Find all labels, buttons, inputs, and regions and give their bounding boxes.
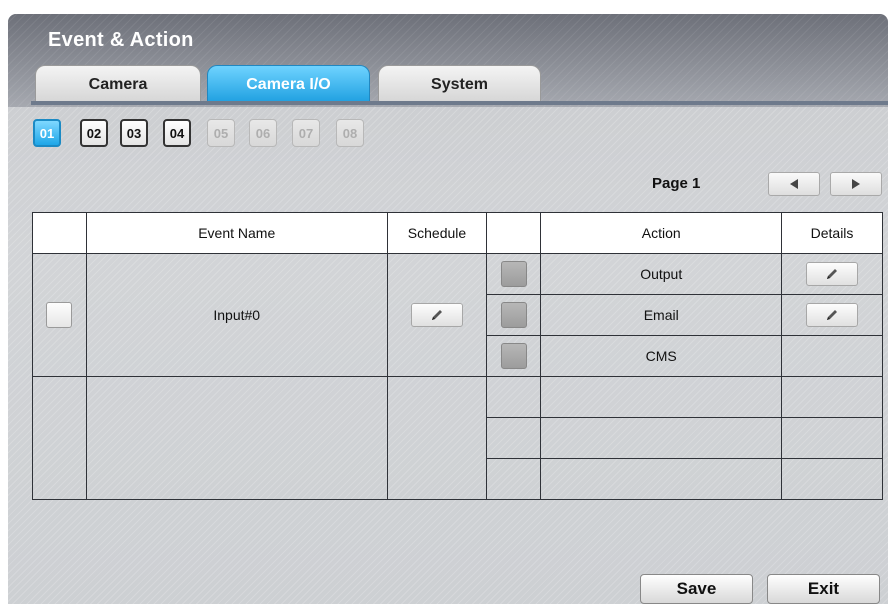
empty-action-label-cell bbox=[540, 417, 783, 459]
empty-action-label-cell bbox=[540, 458, 783, 500]
event-table: Event Name Schedule Action Details Input… bbox=[32, 212, 883, 500]
channel-06-button: 06 bbox=[249, 119, 277, 147]
event-checkbox[interactable] bbox=[46, 302, 73, 328]
window-title: Event & Action bbox=[48, 29, 194, 51]
action-label-cell: Email bbox=[540, 294, 783, 336]
pencil-icon bbox=[827, 310, 838, 320]
channel-08-button: 08 bbox=[336, 119, 364, 147]
tab-camera-io[interactable]: Camera I/O bbox=[207, 65, 370, 103]
tab-system[interactable]: System bbox=[378, 65, 541, 103]
channel-04-button[interactable]: 04 bbox=[163, 119, 191, 147]
empty-select-cell bbox=[32, 376, 87, 500]
output-details-button[interactable] bbox=[806, 262, 859, 286]
pencil-icon bbox=[431, 310, 442, 320]
details-cell bbox=[781, 294, 883, 336]
empty-action-label-cell bbox=[540, 376, 783, 418]
header-select bbox=[32, 212, 87, 254]
channel-07-button: 07 bbox=[292, 119, 320, 147]
channel-01-button[interactable]: 01 bbox=[33, 119, 61, 147]
channel-02-button[interactable]: 02 bbox=[80, 119, 108, 147]
event-select-cell bbox=[32, 253, 87, 377]
action-output-checkbox[interactable] bbox=[500, 261, 527, 287]
exit-button[interactable]: Exit bbox=[767, 574, 880, 604]
header-action-select bbox=[486, 212, 542, 254]
empty-details-cell bbox=[781, 458, 883, 500]
event-name-cell: Input#0 bbox=[85, 253, 388, 377]
action-cms-checkbox[interactable] bbox=[500, 343, 527, 369]
empty-details-cell bbox=[781, 376, 883, 418]
table-row bbox=[32, 376, 883, 500]
empty-event-name-cell bbox=[85, 376, 388, 500]
pencil-icon bbox=[827, 269, 838, 279]
schedule-cell bbox=[386, 253, 488, 377]
arrow-left-icon bbox=[790, 179, 798, 189]
empty-details-cell bbox=[781, 417, 883, 459]
arrow-right-icon bbox=[852, 179, 860, 189]
header-details: Details bbox=[781, 212, 883, 254]
channel-03-button[interactable]: 03 bbox=[120, 119, 148, 147]
action-label-cell: CMS bbox=[540, 335, 783, 377]
prev-page-button[interactable] bbox=[768, 172, 820, 196]
header-event-name: Event Name bbox=[85, 212, 388, 254]
header-action: Action bbox=[540, 212, 783, 254]
header-schedule: Schedule bbox=[386, 212, 488, 254]
page-indicator: Page 1 bbox=[652, 175, 701, 192]
email-details-button[interactable] bbox=[806, 303, 859, 327]
details-cell bbox=[781, 253, 883, 295]
action-label-cell: Output bbox=[540, 253, 783, 295]
empty-action-select-cell bbox=[486, 458, 542, 500]
action-select-cell bbox=[486, 253, 542, 295]
tab-camera[interactable]: Camera bbox=[35, 65, 201, 103]
action-select-cell bbox=[486, 294, 542, 336]
tab-underline bbox=[31, 101, 888, 105]
empty-action-select-cell bbox=[486, 417, 542, 459]
empty-schedule-cell bbox=[386, 376, 488, 500]
event-action-window: Event & Action Camera Camera I/O System … bbox=[8, 14, 888, 604]
window-header: Event & Action Camera Camera I/O System bbox=[8, 14, 888, 107]
action-email-checkbox[interactable] bbox=[500, 302, 527, 328]
details-cell bbox=[781, 335, 883, 377]
table-header-row: Event Name Schedule Action Details bbox=[32, 212, 883, 254]
action-select-cell bbox=[486, 335, 542, 377]
save-button[interactable]: Save bbox=[640, 574, 753, 604]
next-page-button[interactable] bbox=[830, 172, 882, 196]
empty-action-select-cell bbox=[486, 376, 542, 418]
table-row: Input#0 Output bbox=[32, 253, 883, 377]
channel-05-button: 05 bbox=[207, 119, 235, 147]
schedule-edit-button[interactable] bbox=[410, 303, 463, 327]
